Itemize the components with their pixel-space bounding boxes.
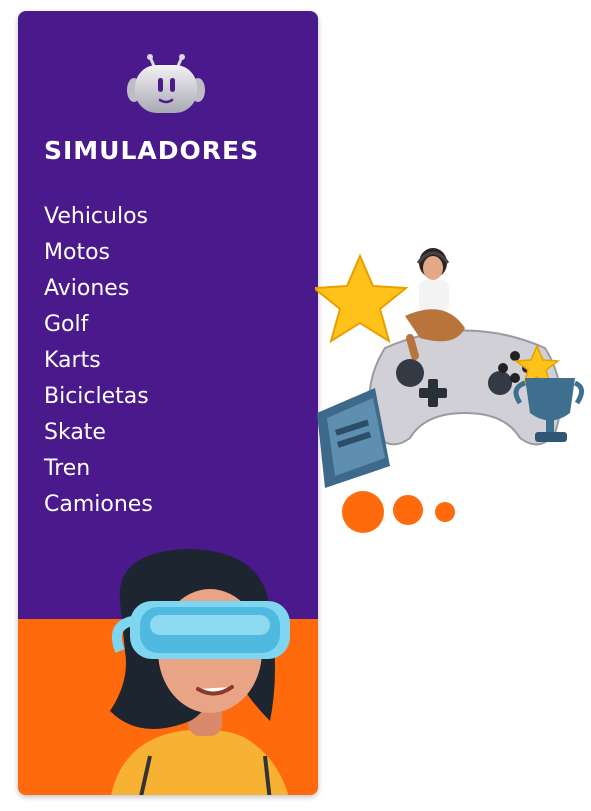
menu-item-tren[interactable]: Tren (44, 451, 153, 487)
simulator-menu-list: Vehiculos Motos Aviones Golf Karts Bicic… (44, 199, 153, 523)
menu-item-aviones[interactable]: Aviones (44, 271, 153, 307)
vr-headset-girl-illustration (110, 549, 290, 795)
menu-item-golf[interactable]: Golf (44, 307, 153, 343)
menu-item-vehiculos[interactable]: Vehiculos (44, 199, 153, 235)
menu-item-skate[interactable]: Skate (44, 415, 153, 451)
menu-title: SIMULADORES (44, 136, 260, 165)
menu-item-motos[interactable]: Motos (44, 235, 153, 271)
gamer-controller-star-trophy-illustration (315, 248, 584, 533)
robot-head-icon (127, 54, 205, 113)
menu-item-karts[interactable]: Karts (44, 343, 153, 379)
menu-item-camiones[interactable]: Camiones (44, 487, 153, 523)
menu-item-bicicletas[interactable]: Bicicletas (44, 379, 153, 415)
simulators-menu-panel: SIMULADORES Vehiculos Motos Aviones Golf… (18, 11, 318, 795)
